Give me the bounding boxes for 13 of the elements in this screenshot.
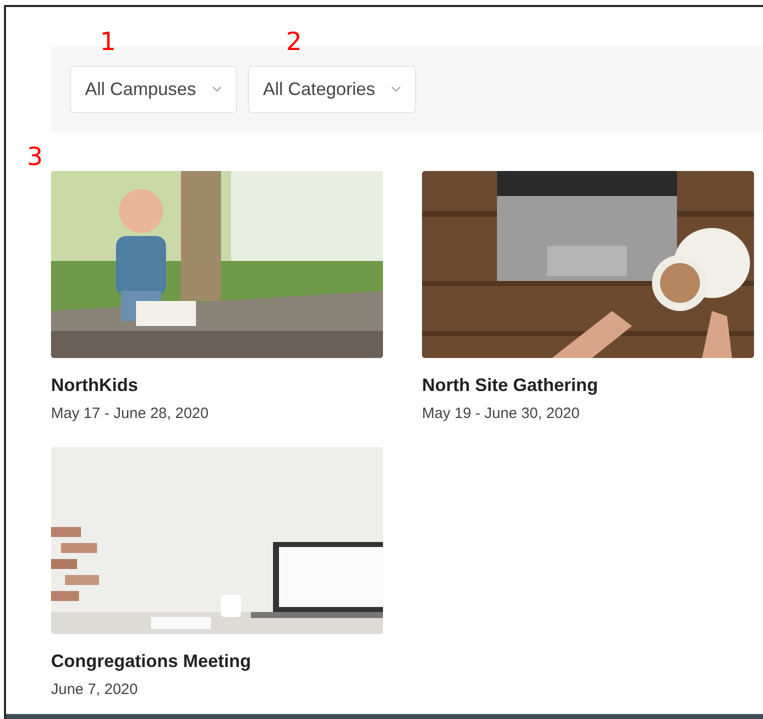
event-dates: June 7, 2020 xyxy=(51,681,139,698)
chevron-down-icon xyxy=(212,86,222,92)
filter-dropdown[interactable]: All Campuses xyxy=(70,66,238,112)
event-title[interactable]: Congregations Meeting xyxy=(51,651,383,672)
event-title[interactable]: NorthKids xyxy=(51,375,383,396)
event-dates: May 17 - June 28, 2020 xyxy=(51,405,210,422)
annotation-number: 1 xyxy=(100,29,116,54)
filter-dropdown[interactable]: All Categories xyxy=(248,66,416,112)
event-title[interactable]: North Site Gathering xyxy=(422,375,755,396)
annotation-number: 2 xyxy=(286,29,302,54)
event-dates: May 19 - June 30, 2020 xyxy=(422,405,581,422)
annotation-number: 3 xyxy=(27,144,43,169)
chevron-down-icon xyxy=(391,86,402,92)
